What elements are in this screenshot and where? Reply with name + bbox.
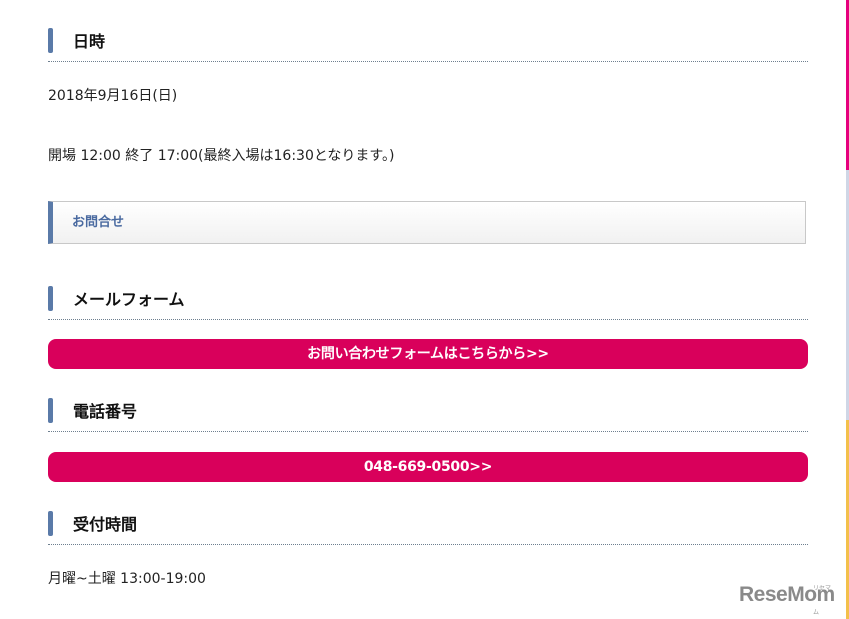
section-heading-mail-form: メールフォーム (48, 286, 808, 320)
heading-accent-bar (48, 28, 53, 53)
event-hours: 開場 12:00 終了 17:00(最終入場は16:30となります。) (48, 148, 395, 164)
heading-accent-bar (48, 511, 53, 536)
logo-subtext: リセマム (813, 586, 832, 616)
contact-box-label: お問合せ (72, 215, 125, 230)
heading-title: 日時 (73, 32, 106, 51)
section-heading-datetime: 日時 (48, 28, 808, 62)
heading-accent-bar (48, 398, 53, 423)
contact-box: お問合せ (48, 201, 806, 244)
heading-title: メールフォーム (73, 290, 185, 309)
heading-title: 電話番号 (73, 402, 138, 421)
section-heading-reception: 受付時間 (48, 511, 808, 545)
resemom-logo: ReseMom リセマム (739, 583, 835, 616)
contact-form-button[interactable]: お問い合わせフォームはこちらから>> (48, 339, 808, 369)
page: 日時 2018年9月16日(日) 開場 12:00 終了 17:00(最終入場は… (0, 0, 849, 619)
event-date: 2018年9月16日(日) (48, 88, 178, 104)
heading-title: 受付時間 (73, 515, 138, 534)
section-heading-phone: 電話番号 (48, 398, 808, 432)
reception-hours: 月曜~土曜 13:00-19:00 (48, 571, 206, 587)
heading-accent-bar (48, 286, 53, 311)
phone-call-button[interactable]: 048-669-0500>> (48, 452, 808, 482)
